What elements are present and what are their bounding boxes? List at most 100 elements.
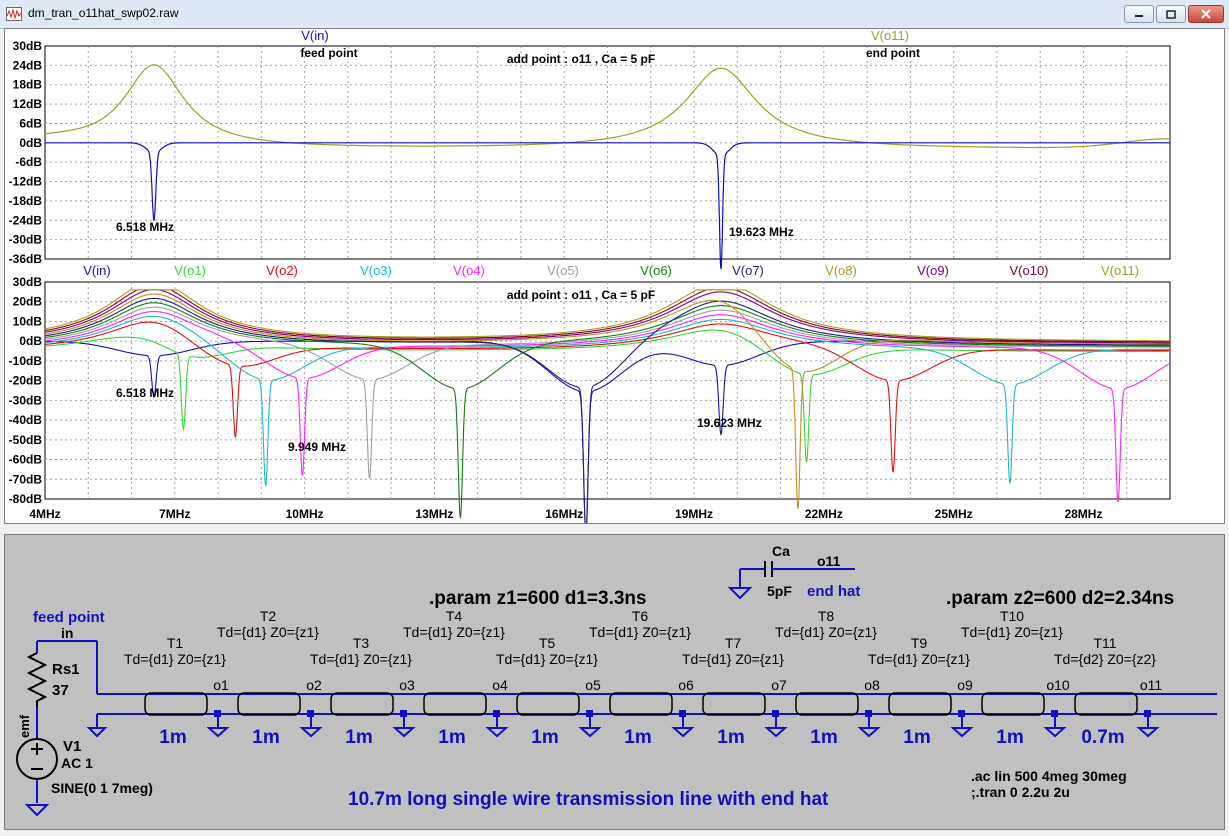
plot-pane-2[interactable]: 30dB 20dB 10dB 0dB -10dB -20dB -30dB -40dB -50dB… — [9, 263, 1171, 523]
tline-t2[interactable]: T2Td={d1} Z0={z1} o2 1m — [217, 608, 323, 748]
legend-vo1[interactable]: V(o1) — [174, 263, 206, 278]
node-label: o11 — [1140, 677, 1163, 693]
tline-t10[interactable]: T10Td={d1} Z0={z1} o10 1m — [961, 608, 1070, 748]
ground-icon — [1136, 727, 1160, 738]
legend-vo4[interactable]: V(o4) — [453, 263, 485, 278]
schematic-pane[interactable]: .param z1=600 d1=3.3ns .param z2=600 d2=… — [4, 534, 1225, 830]
tline-name: T1 — [167, 635, 184, 651]
x-tick-label: 13MHz — [415, 507, 453, 521]
marker-label: 6.518 MHz — [116, 220, 174, 234]
plot-pane-1[interactable]: 30dB 24dB 18dB 12dB 6dB 0dB -6dB -12dB -18dB -24d… — [9, 29, 1171, 270]
param-directive-2[interactable]: .param z2=600 d2=2.34ns — [946, 588, 1174, 609]
plot-frame — [44, 281, 1171, 500]
legend-vo3[interactable]: V(o3) — [360, 263, 392, 278]
y-tick-label: -20dB — [9, 374, 43, 388]
legend-vo9[interactable]: V(o9) — [917, 263, 949, 278]
tline-body — [516, 692, 580, 716]
legend-vo8[interactable]: V(o8) — [825, 263, 857, 278]
resistor-value: 37 — [52, 682, 69, 699]
y-tick-label: -36dB — [9, 252, 43, 266]
window-title: dm_tran_o11hat_swp02.raw — [28, 6, 179, 20]
tline-name: T10 — [1000, 608, 1024, 624]
node-label: o7 — [771, 677, 787, 693]
tline-params: Td={d1} Z0={z1} — [124, 651, 226, 667]
legend-vo7[interactable]: V(o7) — [732, 263, 764, 278]
tline-t5[interactable]: T5Td={d1} Z0={z1} o5 1m — [496, 635, 602, 748]
ground-icon — [206, 727, 230, 738]
ground-icon — [671, 727, 695, 738]
tline-name: T3 — [353, 635, 370, 651]
minimize-button[interactable] — [1124, 5, 1154, 23]
capacitor-value: 5pF — [767, 583, 792, 599]
y-tick-label: -24dB — [9, 213, 43, 227]
ac-directive[interactable]: .ac lin 500 4meg 30meg — [971, 768, 1127, 784]
tline-t3[interactable]: T3Td={d1} Z0={z1} o3 1m — [310, 635, 416, 748]
tline-params: Td={d1} Z0={z1} — [496, 651, 598, 667]
tline-length: 1m — [252, 727, 279, 748]
legend-subtitle-feed: feed point — [300, 46, 357, 60]
node-label: o3 — [399, 677, 415, 693]
tline-t7[interactable]: T7Td={d1} Z0={z1} o7 1m — [682, 635, 788, 748]
resistor-rs1[interactable] — [26, 652, 48, 707]
waveform-plot-pane[interactable]: 30dB 24dB 18dB 12dB 6dB 0dB -6dB -12dB -18dB -24d… — [4, 28, 1225, 524]
tline-t1[interactable]: T1Td={d1} Z0={z1} o1 1m — [124, 635, 230, 748]
legend-vo5[interactable]: V(o5) — [547, 263, 579, 278]
y-tick-label: -70dB — [9, 472, 43, 486]
y-tick-label: 30dB — [13, 275, 43, 289]
close-button[interactable] — [1188, 5, 1224, 23]
junction-dot — [679, 710, 686, 717]
junction-dot — [214, 710, 221, 717]
x-tick-label: 22MHz — [805, 507, 843, 521]
tline-t11[interactable]: T11Td={d2} Z0={z2} o11 0.7m — [1054, 635, 1162, 748]
tline-length: 1m — [159, 727, 186, 748]
tran-directive[interactable]: ;.tran 0 2.2u 2u — [971, 784, 1070, 800]
legend-vo6[interactable]: V(o6) — [640, 263, 672, 278]
source-name: V1 — [63, 738, 81, 755]
waveform-plots[interactable]: 30dB 24dB 18dB 12dB 6dB 0dB -6dB -12dB -18dB -24d… — [5, 29, 1224, 523]
legend-vin[interactable]: V(in) — [83, 263, 110, 278]
param-directive-1[interactable]: .param z1=600 d1=3.3ns — [429, 588, 647, 609]
marker-label: 6.518 MHz — [116, 386, 174, 400]
capacitor-name: Ca — [772, 543, 790, 559]
ground-icon — [299, 727, 323, 738]
junction-dot — [1144, 710, 1151, 717]
y-tick-label: -12dB — [9, 175, 43, 189]
schematic-canvas[interactable]: .param z1=600 d1=3.3ns .param z2=600 d2=… — [5, 535, 1224, 829]
capacitor-node-label: o11 — [817, 553, 841, 569]
tline-name: T5 — [539, 635, 556, 651]
junction-dot — [772, 710, 779, 717]
tline-t6[interactable]: T6Td={d1} Z0={z1} o6 1m — [589, 608, 695, 748]
tline-params: Td={d2} Z0={z2} — [1054, 651, 1156, 667]
voltage-source-v1[interactable] — [16, 738, 58, 780]
tline-length: 1m — [717, 727, 744, 748]
tline-t4[interactable]: T4Td={d1} Z0={z1} o4 1m — [403, 608, 509, 748]
tline-length: 1m — [810, 727, 837, 748]
pane-splitter[interactable] — [0, 524, 1229, 534]
legend-vo11[interactable]: V(o11) — [1101, 263, 1139, 278]
tline-t8[interactable]: T8Td={d1} Z0={z1} o8 1m — [775, 608, 881, 748]
marker-label: 19.623 MHz — [729, 225, 794, 239]
resistor-name: Rs1 — [52, 661, 80, 678]
plot-annotation: add point : o11 , Ca = 5 pF — [507, 288, 655, 302]
tline-params: Td={d1} Z0={z1} — [310, 651, 412, 667]
marker-label: 19.623 MHz — [697, 416, 762, 430]
legend-v-in[interactable]: V(in) — [301, 29, 328, 43]
tline-t9[interactable]: T9Td={d1} Z0={z1} o9 1m — [868, 635, 974, 748]
maximize-button[interactable] — [1156, 5, 1186, 23]
y-tick-label: -30dB — [9, 393, 43, 407]
legend-v-o11[interactable]: V(o11) — [871, 29, 909, 43]
node-label: o1 — [213, 677, 229, 693]
title-bar: dm_tran_o11hat_swp02.raw — [0, 0, 1229, 29]
tline-name: T11 — [1093, 635, 1116, 651]
legend-vo10[interactable]: V(o10) — [1009, 263, 1048, 278]
schematic-caption: 10.7m long single wire transmission line… — [348, 789, 829, 810]
tline-length: 1m — [903, 727, 930, 748]
junction-dot — [865, 710, 872, 717]
tline-body — [237, 692, 301, 716]
transmission-lines[interactable]: T1Td={d1} Z0={z1}o11mT2Td={d1} Z0={z1}o2… — [124, 608, 1162, 748]
tline-name: T9 — [911, 635, 928, 651]
legend-subtitle-end: end point — [866, 46, 920, 60]
junction-dot — [586, 710, 593, 717]
y-tick-label: 0dB — [19, 334, 42, 348]
legend-vo2[interactable]: V(o2) — [266, 263, 298, 278]
